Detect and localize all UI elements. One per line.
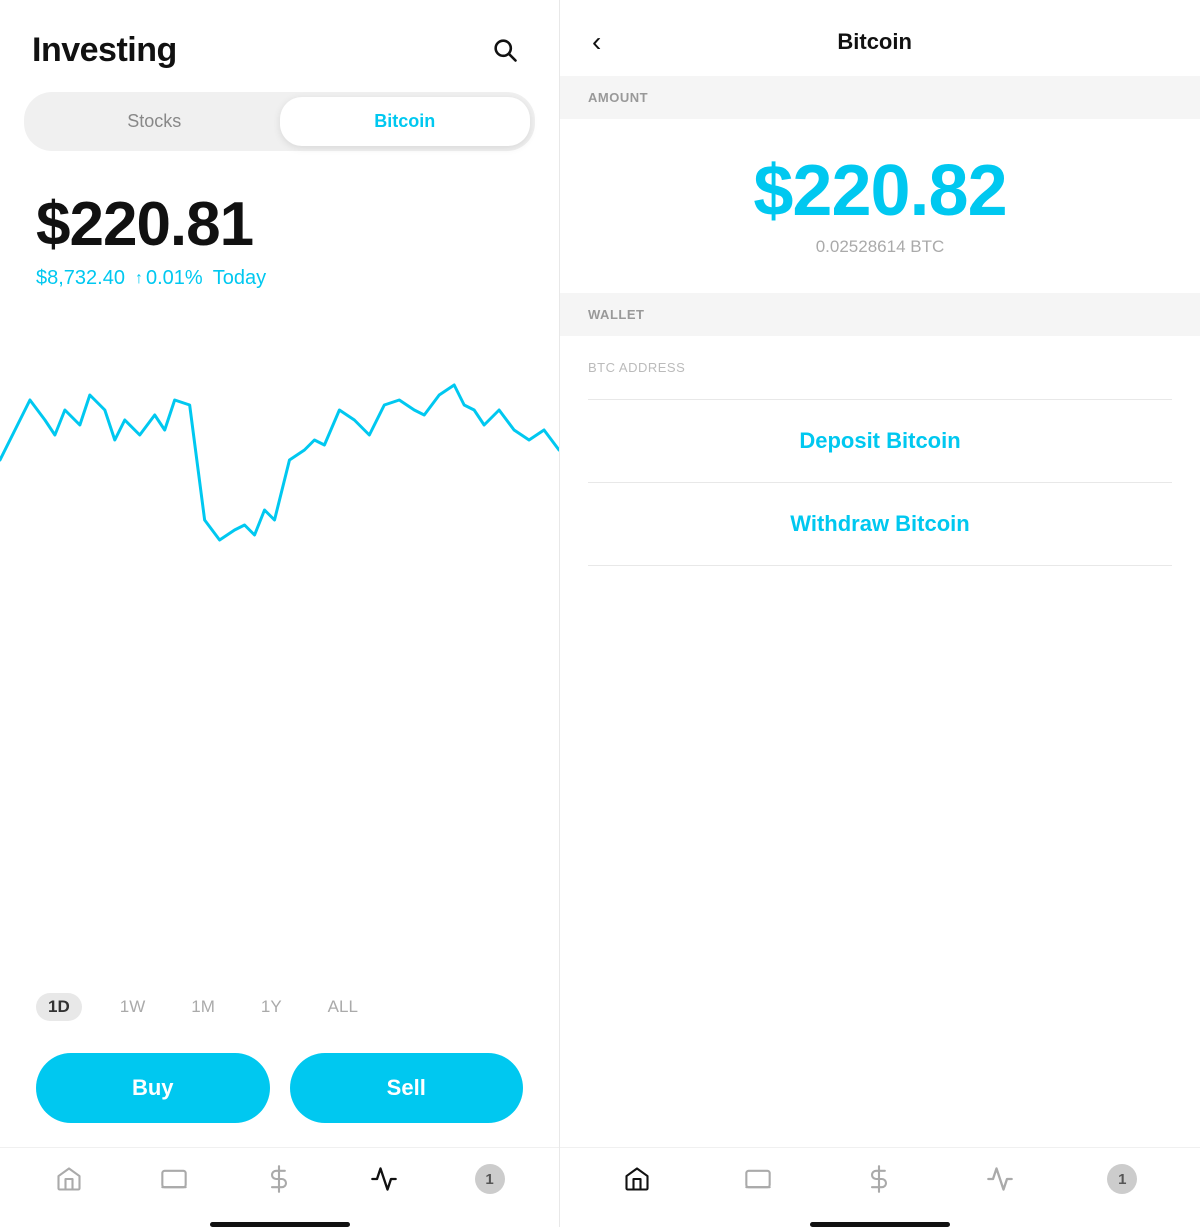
price-chart <box>0 320 559 600</box>
time-all[interactable]: ALL <box>320 993 366 1021</box>
nav-media[interactable] <box>160 1165 188 1193</box>
wallet-label: WALLET <box>560 293 1200 336</box>
search-button[interactable] <box>483 28 527 72</box>
home-indicator-left <box>210 1222 350 1227</box>
nav-media-right[interactable] <box>744 1165 772 1193</box>
right-title: Bitcoin <box>625 29 1168 55</box>
nav-investing-right[interactable] <box>986 1165 1014 1193</box>
sell-button[interactable]: Sell <box>290 1053 524 1123</box>
amount-label: AMOUNT <box>560 76 1200 119</box>
back-button[interactable]: ‹ <box>584 28 609 56</box>
action-buttons: Buy Sell <box>0 1037 559 1147</box>
tab-stocks[interactable]: Stocks <box>29 97 280 146</box>
time-1y[interactable]: 1Y <box>253 993 290 1021</box>
price-details: $8,732.40 ↑ 0.01% Today <box>36 267 523 290</box>
time-1d[interactable]: 1D <box>36 993 82 1021</box>
page-title: Investing <box>32 31 177 70</box>
home-indicator-right <box>810 1222 950 1227</box>
main-price: $220.81 <box>36 191 523 259</box>
chart-container <box>0 310 559 977</box>
right-header: ‹ Bitcoin <box>560 0 1200 76</box>
price-period: Today <box>213 267 266 290</box>
deposit-bitcoin-button[interactable]: Deposit Bitcoin <box>560 400 1200 482</box>
left-panel: Investing Stocks Bitcoin $220.81 $8,732.… <box>0 0 560 1227</box>
nav-transfers[interactable] <box>265 1165 293 1193</box>
price-section: $220.81 $8,732.40 ↑ 0.01% Today <box>0 171 559 310</box>
time-1w[interactable]: 1W <box>112 993 154 1021</box>
withdraw-bitcoin-button[interactable]: Withdraw Bitcoin <box>560 483 1200 565</box>
bottom-nav-left: 1 <box>0 1147 559 1214</box>
buy-button[interactable]: Buy <box>36 1053 270 1123</box>
right-panel: ‹ Bitcoin AMOUNT $220.82 0.02528614 BTC … <box>560 0 1200 1227</box>
nav-investing[interactable] <box>370 1165 398 1193</box>
amount-display: $220.82 0.02528614 BTC <box>560 119 1200 293</box>
btc-address-label: BTC ADDRESS <box>588 360 1172 375</box>
nav-home[interactable] <box>55 1165 83 1193</box>
amount-btc: 0.02528614 BTC <box>816 237 945 257</box>
price-sub: $8,732.40 <box>36 267 125 290</box>
nav-home-right[interactable] <box>623 1165 651 1193</box>
bottom-nav-right: 1 <box>560 1147 1200 1214</box>
tab-bitcoin[interactable]: Bitcoin <box>280 97 531 146</box>
price-change: ↑ 0.01% <box>135 267 203 290</box>
nav-notifications-right[interactable]: 1 <box>1107 1164 1137 1194</box>
nav-notifications[interactable]: 1 <box>475 1164 505 1194</box>
amount-usd: $220.82 <box>753 155 1006 227</box>
up-arrow-icon: ↑ <box>135 270 143 288</box>
time-range-selector: 1D 1W 1M 1Y ALL <box>0 977 559 1037</box>
time-1m[interactable]: 1M <box>183 993 223 1021</box>
wallet-content: BTC ADDRESS <box>560 336 1200 399</box>
tab-switcher: Stocks Bitcoin <box>24 92 535 151</box>
nav-transfers-right[interactable] <box>865 1165 893 1193</box>
left-header: Investing <box>0 0 559 92</box>
